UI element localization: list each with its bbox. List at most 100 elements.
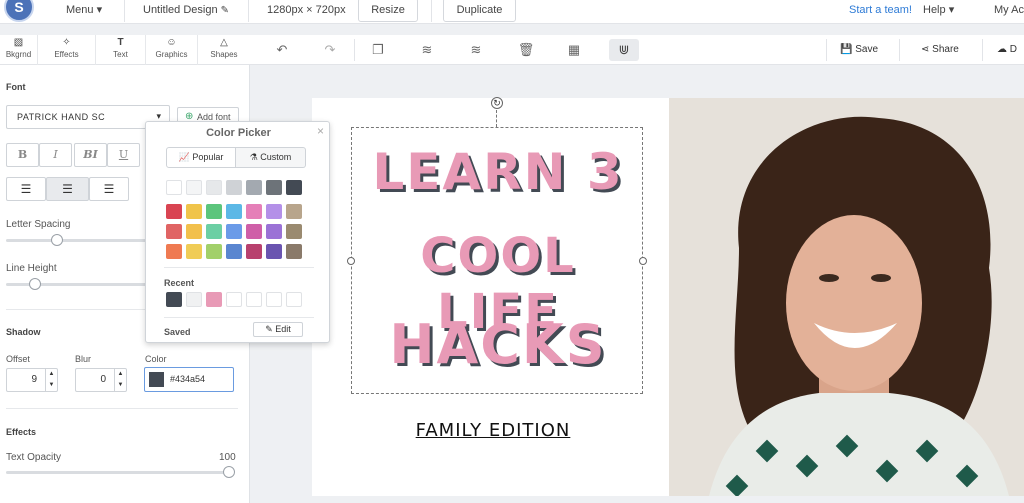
help-menu[interactable]: Help ▾: [923, 0, 954, 24]
line-height-slider[interactable]: [6, 283, 146, 286]
grid-icon[interactable]: ▦: [562, 35, 586, 65]
send-backward-icon[interactable]: ≋: [415, 35, 439, 65]
recent-label: Recent: [164, 278, 195, 288]
recent-color-swatch[interactable]: [186, 292, 202, 307]
close-icon[interactable]: ×: [317, 124, 324, 138]
text-opacity-knob[interactable]: [223, 466, 235, 478]
underline-button[interactable]: U: [107, 143, 140, 167]
tab-label: Graphics: [155, 50, 188, 59]
design-title[interactable]: Untitled Design ✎: [143, 0, 229, 24]
bold-italic-button[interactable]: BI: [74, 143, 107, 167]
divider: [899, 39, 900, 61]
tab-custom[interactable]: ⚗ Custom: [236, 147, 306, 168]
recent-color-swatch[interactable]: [226, 292, 242, 307]
tab-text[interactable]: T Text: [96, 35, 146, 65]
recent-color-swatch[interactable]: [266, 292, 282, 307]
color-swatch[interactable]: [206, 180, 222, 195]
tab-background[interactable]: ▧ Bkgrnd: [0, 35, 38, 65]
stepper-arrows-icon[interactable]: ▲ ▼: [114, 369, 126, 391]
letter-spacing-label: Letter Spacing: [6, 219, 71, 230]
italic-button[interactable]: I: [39, 143, 72, 167]
text-selection-box[interactable]: LEARN 3 COOL LIFE HACKS: [351, 127, 643, 394]
blur-stepper[interactable]: 0 ▲ ▼: [75, 368, 127, 392]
share-icon: ⋖: [921, 44, 930, 55]
color-swatch[interactable]: [286, 224, 302, 239]
download-button[interactable]: ☁ D: [997, 35, 1017, 65]
color-swatch[interactable]: [186, 244, 202, 259]
tab-effects[interactable]: ✧ Effects: [38, 35, 96, 65]
color-swatch[interactable]: [186, 180, 202, 195]
resize-handle-right[interactable]: [639, 257, 647, 265]
line-height-knob[interactable]: [29, 278, 42, 290]
user-avatar[interactable]: S: [4, 0, 34, 22]
color-swatch[interactable]: [226, 180, 242, 195]
letter-spacing-knob[interactable]: [50, 234, 63, 246]
color-swatch[interactable]: [166, 180, 182, 195]
tab-popular[interactable]: 📈 Popular: [166, 147, 236, 168]
color-swatch[interactable]: [166, 224, 182, 239]
text-icon: T: [117, 37, 124, 48]
color-swatch[interactable]: [246, 244, 262, 259]
tab-popular-label: Popular: [192, 152, 224, 162]
color-swatch[interactable]: [246, 180, 262, 195]
recent-color-swatch[interactable]: [246, 292, 262, 307]
rotate-handle-icon[interactable]: ↻: [491, 97, 503, 109]
color-swatch[interactable]: [226, 244, 242, 259]
color-swatch[interactable]: [266, 224, 282, 239]
bring-forward-icon[interactable]: ≋: [464, 35, 488, 65]
copy-icon[interactable]: ❐: [366, 35, 390, 65]
recent-color-swatch[interactable]: [286, 292, 302, 307]
redo-icon[interactable]: ↷: [318, 35, 342, 65]
color-swatch[interactable]: [266, 204, 282, 219]
shadow-section-title: Shadow: [6, 327, 41, 337]
start-team-link[interactable]: Start a team!: [849, 0, 912, 24]
save-button[interactable]: 💾 Save: [840, 35, 878, 65]
menu-button[interactable]: Menu ▾: [66, 0, 102, 24]
woman-photo[interactable]: [669, 98, 1024, 496]
tab-label: Shapes: [210, 50, 238, 59]
offset-label: Offset: [6, 354, 30, 364]
color-swatch[interactable]: [246, 224, 262, 239]
letter-spacing-slider[interactable]: [6, 239, 146, 242]
bold-button[interactable]: B: [6, 143, 39, 167]
recent-color-swatch[interactable]: [166, 292, 182, 307]
text-opacity-slider[interactable]: [6, 471, 234, 474]
edit-saved-button[interactable]: ✎ Edit: [253, 322, 303, 337]
subtitle-text[interactable]: FAMILY EDITION: [403, 420, 583, 450]
color-swatch[interactable]: [266, 244, 282, 259]
stepper-arrows-icon[interactable]: ▲ ▼: [45, 369, 57, 391]
color-swatch[interactable]: [186, 224, 202, 239]
recent-color-swatch[interactable]: [206, 292, 222, 307]
align-center-button[interactable]: ☰: [46, 177, 89, 201]
duplicate-button[interactable]: Duplicate: [443, 0, 516, 22]
color-swatch[interactable]: [166, 204, 182, 219]
resize-button[interactable]: Resize: [358, 0, 418, 22]
trash-icon[interactable]: 🗑: [514, 35, 538, 65]
color-swatch[interactable]: [226, 204, 242, 219]
pencil-icon: ✎: [265, 324, 273, 334]
color-swatch[interactable]: [286, 180, 302, 195]
tab-shapes[interactable]: △ Shapes: [198, 35, 250, 65]
color-swatch[interactable]: [266, 180, 282, 195]
share-button[interactable]: ⋖ Share: [921, 35, 959, 65]
color-swatch[interactable]: [286, 244, 302, 259]
magnet-snap-button[interactable]: ⋓: [609, 39, 639, 61]
color-swatch[interactable]: [206, 244, 222, 259]
color-swatch[interactable]: [226, 224, 242, 239]
resize-handle-left[interactable]: [347, 257, 355, 265]
account-menu[interactable]: My Ac: [994, 0, 1024, 24]
color-swatch[interactable]: [206, 224, 222, 239]
align-left-button[interactable]: ☰: [6, 177, 46, 201]
undo-icon[interactable]: ↶: [270, 35, 294, 65]
save-label: Save: [855, 44, 879, 55]
color-swatch[interactable]: [206, 204, 222, 219]
color-swatch[interactable]: [186, 204, 202, 219]
photo-illustration: [669, 98, 1024, 496]
color-swatch[interactable]: [286, 204, 302, 219]
tab-graphics[interactable]: ☺ Graphics: [146, 35, 198, 65]
color-swatch[interactable]: [246, 204, 262, 219]
align-right-button[interactable]: ☰: [89, 177, 129, 201]
shadow-color-field[interactable]: #434a54: [144, 367, 234, 392]
color-swatch[interactable]: [166, 244, 182, 259]
offset-stepper[interactable]: 9 ▲ ▼: [6, 368, 58, 392]
